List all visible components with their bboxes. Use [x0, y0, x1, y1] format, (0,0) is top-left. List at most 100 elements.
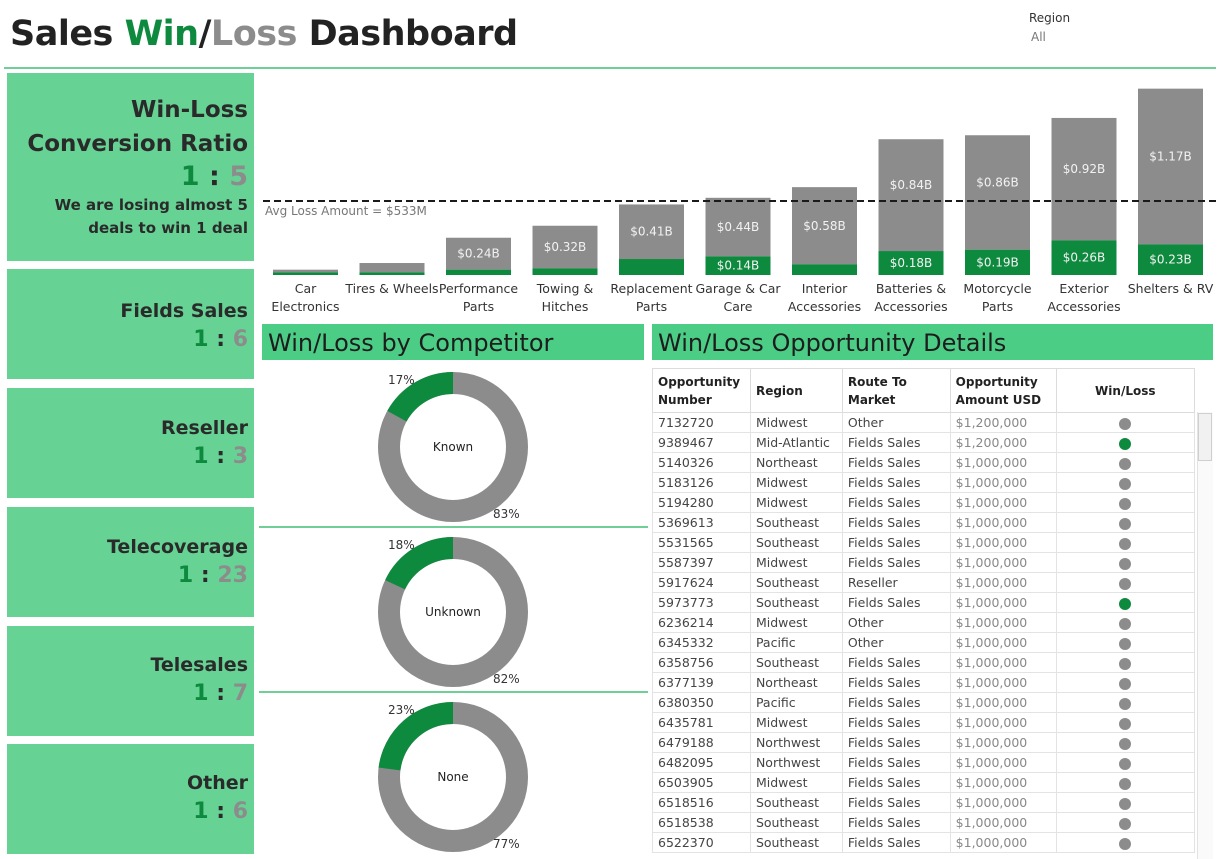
table-row[interactable]: 6522370 Southeast Fields Sales $1,000,000: [652, 832, 1195, 853]
cell-amount: $1,000,000: [949, 472, 1057, 493]
table-row[interactable]: 6435781 Midwest Fields Sales $1,000,000: [652, 712, 1195, 733]
loss-dot-icon: [1119, 537, 1132, 550]
bar-win[interactable]: [792, 264, 857, 275]
table-row[interactable]: 6358756 Southeast Fields Sales $1,000,000: [652, 652, 1195, 673]
table-scrollbar[interactable]: [1197, 412, 1213, 859]
kpi-reseller-title: Reseller: [161, 417, 248, 439]
opportunity-table-container[interactable]: Opportunity Number Region Route To Marke…: [652, 368, 1195, 859]
table-row[interactable]: 6518538 Southeast Fields Sales $1,000,000: [652, 812, 1195, 833]
table-row[interactable]: 5531565 Southeast Fields Sales $1,000,000: [652, 532, 1195, 553]
bar-group[interactable]: $0.92B $0.26B: [1051, 117, 1117, 275]
kpi-fields-sales[interactable]: Fields Sales 1 : 6: [7, 269, 254, 379]
kpi-telesales-value: 1 : 7: [193, 681, 248, 706]
table-row[interactable]: 7132720 Midwest Other $1,200,000: [652, 412, 1195, 433]
bar-win[interactable]: [359, 272, 425, 275]
cell-route: Fields Sales: [841, 652, 951, 673]
cell-amount: $1,000,000: [949, 532, 1057, 553]
table-row[interactable]: 5140326 Northeast Fields Sales $1,000,000: [652, 452, 1195, 473]
region-filter[interactable]: Region All: [1029, 11, 1070, 44]
cell-route: Other: [841, 632, 951, 653]
kpi-overall-value: 1 : 5: [7, 161, 248, 192]
cell-region: Midwest: [749, 412, 843, 433]
bar-loss[interactable]: [359, 263, 425, 273]
cell-opportunity-number: 5194280: [652, 492, 751, 513]
region-filter-value[interactable]: All: [1031, 30, 1070, 44]
cell-region: Southeast: [749, 572, 843, 593]
win-dot-icon: [1119, 597, 1132, 610]
bar-loss-label: $0.41B: [630, 225, 673, 239]
category-label: Replacement: [610, 281, 692, 296]
bar-group[interactable]: $0.86B $0.19B: [965, 135, 1030, 275]
bar-loss[interactable]: [878, 139, 944, 252]
kpi-telecoverage-title: Telecoverage: [107, 536, 248, 558]
bar-group[interactable]: $1.17B $0.23B: [1138, 88, 1203, 275]
bar-group[interactable]: $0.41B: [619, 204, 684, 275]
cell-amount: $1,000,000: [949, 512, 1057, 533]
table-row[interactable]: 6380350 Pacific Fields Sales $1,000,000: [652, 692, 1195, 713]
col-opportunity-amount[interactable]: Opportunity Amount USD: [949, 368, 1057, 413]
bar-group[interactable]: [273, 269, 338, 275]
col-region[interactable]: Region: [749, 368, 843, 413]
donut-win-pct: 23%: [388, 703, 415, 717]
donut-win-arc[interactable]: [378, 702, 454, 771]
bar-win[interactable]: [273, 272, 338, 275]
table-row[interactable]: 5369613 Southeast Fields Sales $1,000,000: [652, 512, 1195, 533]
table-row[interactable]: 5587397 Midwest Fields Sales $1,000,000: [652, 552, 1195, 573]
donut-win-arc[interactable]: [387, 372, 454, 422]
cell-opportunity-number: 6518538: [652, 812, 751, 833]
donut-win-arc[interactable]: [385, 537, 454, 590]
bar-loss-label: $0.84B: [890, 178, 933, 192]
table-row[interactable]: 6236214 Midwest Other $1,000,000: [652, 612, 1195, 633]
bar-win[interactable]: [619, 259, 684, 275]
bar-group[interactable]: $0.44B $0.14B: [705, 197, 771, 275]
col-win-loss[interactable]: Win/Loss: [1055, 368, 1195, 413]
loss-dot-icon: [1119, 717, 1132, 730]
table-row[interactable]: 5194280 Midwest Fields Sales $1,000,000: [652, 492, 1195, 513]
bar-group[interactable]: [359, 263, 425, 275]
bar-group[interactable]: $0.32B: [532, 225, 598, 275]
cell-region: Southeast: [749, 812, 843, 833]
category-label: Performance: [439, 281, 519, 296]
bar-loss[interactable]: [273, 269, 338, 273]
bar-win[interactable]: [532, 268, 598, 275]
table-row[interactable]: 5183126 Midwest Fields Sales $1,000,000: [652, 472, 1195, 493]
cell-win-loss: [1055, 732, 1195, 753]
table-row[interactable]: 6482095 Northwest Fields Sales $1,000,000: [652, 752, 1195, 773]
category-label: Parts: [463, 299, 494, 314]
table-row[interactable]: 6345332 Pacific Other $1,000,000: [652, 632, 1195, 653]
cell-win-loss: [1055, 532, 1195, 553]
kpi-reseller[interactable]: Reseller 1 : 3: [7, 388, 254, 498]
loss-dot-icon: [1119, 677, 1132, 690]
category-label: Exterior: [1059, 281, 1109, 296]
kpi-telesales[interactable]: Telesales 1 : 7: [7, 626, 254, 736]
cell-win-loss: [1055, 632, 1195, 653]
table-row[interactable]: 5973773 Southeast Fields Sales $1,000,000: [652, 592, 1195, 613]
donut-win-pct: 17%: [388, 373, 415, 387]
cell-route: Fields Sales: [841, 592, 951, 613]
table-row[interactable]: 6503905 Midwest Fields Sales $1,000,000: [652, 772, 1195, 793]
table-row[interactable]: 9389467 Mid-Atlantic Fields Sales $1,200,00…: [652, 432, 1195, 453]
table-row[interactable]: 6518516 Southeast Fields Sales $1,000,000: [652, 792, 1195, 813]
avg-loss-label: Avg Loss Amount = $533M: [265, 204, 427, 218]
cell-win-loss: [1055, 712, 1195, 733]
bar-loss[interactable]: [1051, 117, 1117, 241]
cell-opportunity-number: 6503905: [652, 772, 751, 793]
cell-win-loss: [1055, 692, 1195, 713]
bar-loss[interactable]: [1138, 88, 1203, 245]
kpi-other[interactable]: Other 1 : 6: [7, 744, 254, 854]
bar-group[interactable]: $0.24B: [446, 237, 511, 275]
table-row[interactable]: 6479188 Northwest Fields Sales $1,000,000: [652, 732, 1195, 753]
table-row[interactable]: 6377139 Northeast Fields Sales $1,000,000: [652, 672, 1195, 693]
table-row[interactable]: 5917624 Southeast Reseller $1,000,000: [652, 572, 1195, 593]
col-opportunity-number[interactable]: Opportunity Number: [652, 368, 751, 413]
cell-opportunity-number: 6435781: [652, 712, 751, 733]
bar-win-label: $0.18B: [890, 256, 933, 270]
bar-group[interactable]: $0.84B $0.18B: [878, 139, 944, 275]
cell-amount: $1,000,000: [949, 572, 1057, 593]
col-route-to-market[interactable]: Route To Market: [841, 368, 951, 413]
bar-win[interactable]: [446, 269, 511, 275]
table-scrollbar-thumb[interactable]: [1198, 413, 1212, 461]
bar-loss[interactable]: [965, 135, 1030, 250]
cell-route: Fields Sales: [841, 552, 951, 573]
kpi-telecoverage[interactable]: Telecoverage 1 : 23: [7, 507, 254, 617]
